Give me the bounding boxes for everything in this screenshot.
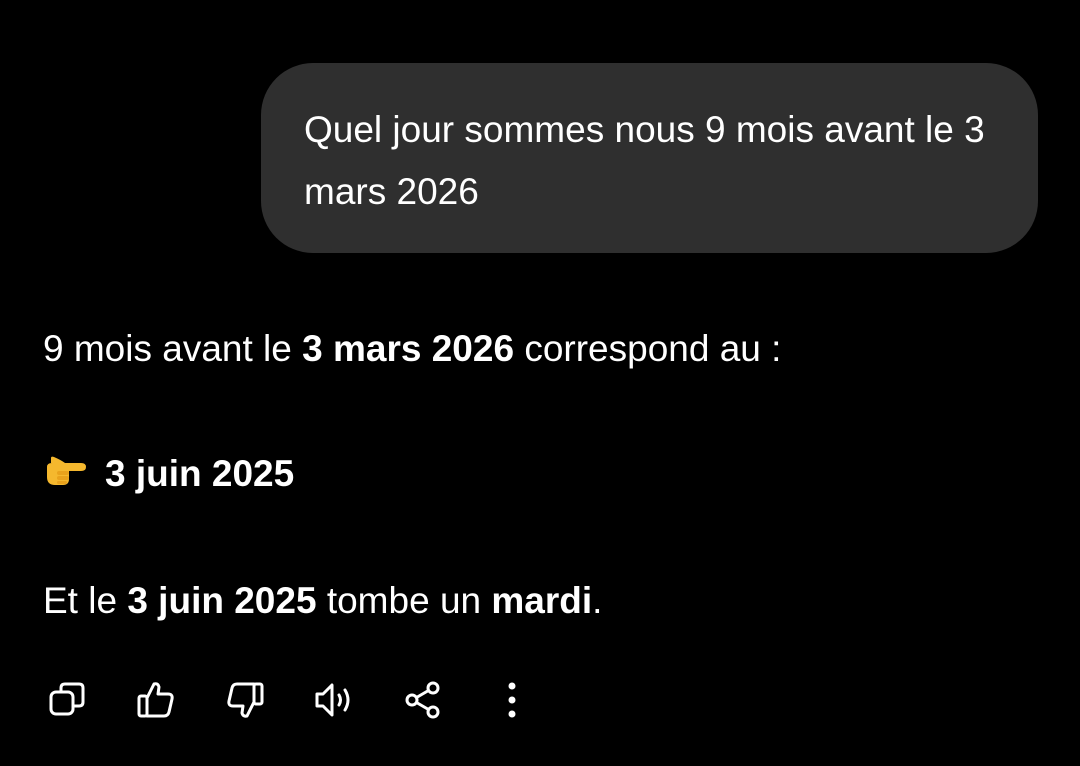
line3-middle: tombe un xyxy=(316,580,492,621)
pointing-right-emoji-icon xyxy=(43,454,91,488)
more-options-button[interactable] xyxy=(488,676,536,724)
assistant-line-3: Et le 3 juin 2025 tombe un mardi. xyxy=(43,578,602,624)
assistant-line-1: 9 mois avant le 3 mars 2026 correspond a… xyxy=(43,326,781,372)
copy-icon xyxy=(49,682,85,716)
line2-bold-date: 3 juin 2025 xyxy=(105,453,295,494)
read-aloud-icon xyxy=(315,683,350,717)
copy-button[interactable] xyxy=(43,676,91,724)
more-options-icon xyxy=(508,682,516,718)
line3-prefix: Et le xyxy=(43,580,128,621)
user-message-text: Quel jour sommes nous 9 mois avant le 3 … xyxy=(304,109,985,212)
line3-bold-weekday: mardi xyxy=(491,580,593,621)
thumbs-up-button[interactable] xyxy=(132,676,180,724)
line1-bold-date: 3 mars 2026 xyxy=(302,328,515,369)
line1-suffix: correspond au : xyxy=(514,328,782,369)
line3-suffix: . xyxy=(592,580,603,621)
thumbs-down-icon xyxy=(227,682,264,718)
share-button[interactable] xyxy=(399,676,447,724)
read-aloud-button[interactable] xyxy=(310,676,358,724)
line1-prefix: 9 mois avant le xyxy=(43,328,303,369)
thumbs-up-icon xyxy=(137,682,174,718)
user-message-bubble: Quel jour sommes nous 9 mois avant le 3 … xyxy=(261,63,1038,253)
share-icon xyxy=(405,681,440,719)
thumbs-down-button[interactable] xyxy=(221,676,269,724)
line3-bold-date: 3 juin 2025 xyxy=(127,580,317,621)
assistant-line-2: 3 juin 2025 xyxy=(43,451,294,497)
